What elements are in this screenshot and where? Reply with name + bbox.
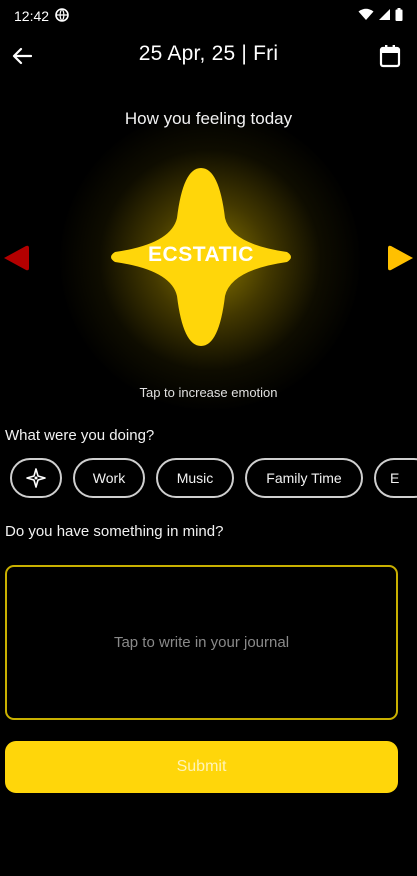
calendar-icon — [379, 45, 401, 68]
top-app-bar: 25 Apr, 25 | Fri — [0, 34, 417, 78]
next-emotion-arrow[interactable] — [387, 244, 417, 272]
status-time: 12:42 — [14, 8, 50, 24]
journal-label: Do you have something in mind? — [5, 523, 224, 540]
vpn-icon — [55, 7, 69, 25]
mood-question: How you feeling today — [124, 109, 293, 128]
status-bar: 12:42 — [0, 0, 417, 32]
add-activity-chip[interactable] — [10, 458, 62, 498]
emotion-label: ECSTATIC — [148, 243, 254, 266]
activity-chips: Work Music Family Time E — [10, 458, 417, 500]
date-title[interactable]: 25 Apr, 25 | Fri — [0, 42, 417, 66]
activity-chip-family-time[interactable]: Family Time — [245, 458, 363, 498]
tap-hint: Tap to increase emotion — [139, 385, 278, 400]
previous-emotion-arrow[interactable] — [0, 244, 30, 272]
calendar-button[interactable] — [377, 42, 403, 70]
battery-icon — [395, 8, 403, 24]
activity-chip-partial[interactable]: E — [374, 458, 417, 498]
signal-icon — [378, 8, 391, 24]
journal-input[interactable]: Tap to write in your journal — [5, 565, 398, 720]
status-left: 12:42 — [14, 7, 69, 25]
sparkle-icon — [26, 468, 46, 488]
submit-button[interactable]: Submit — [5, 741, 398, 793]
activity-chip-music[interactable]: Music — [156, 458, 234, 498]
wifi-icon — [358, 8, 374, 24]
activities-label: What were you doing? — [5, 427, 155, 444]
activity-chip-work[interactable]: Work — [73, 458, 145, 498]
status-right — [358, 8, 403, 24]
